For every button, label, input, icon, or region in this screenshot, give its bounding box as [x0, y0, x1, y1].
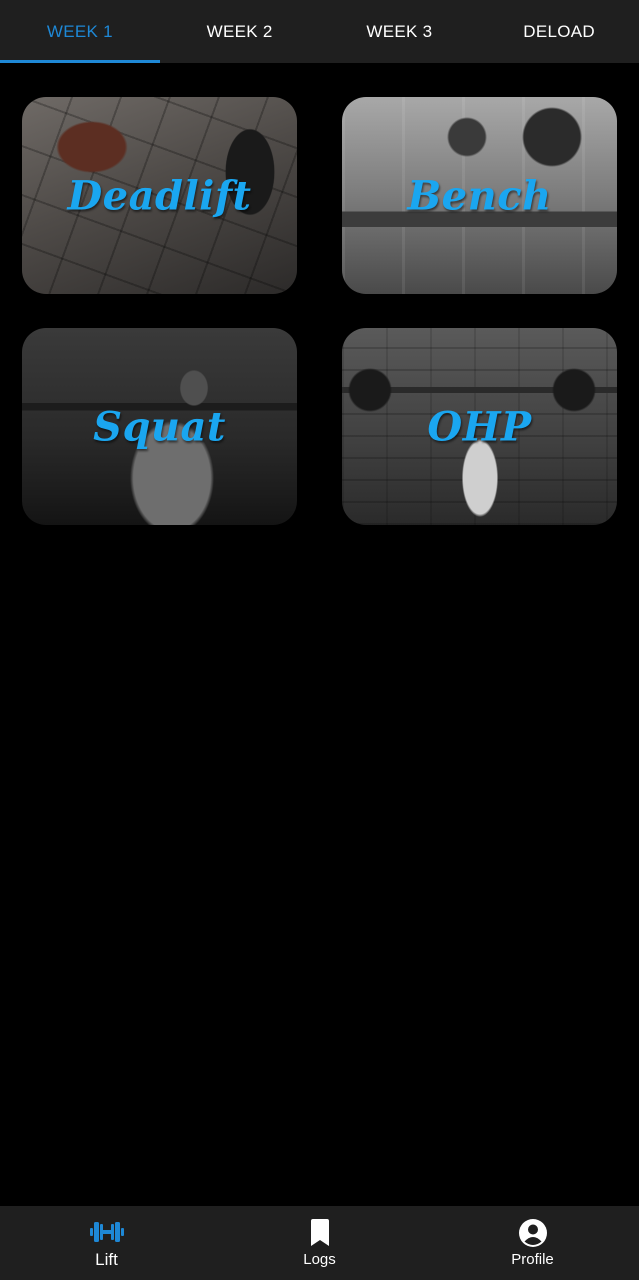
nav-item-label: Lift	[95, 1249, 118, 1269]
lift-card-label: Deadlift	[67, 172, 252, 219]
nav-item-label: Profile	[511, 1251, 554, 1268]
tab-deload[interactable]: DELOAD	[479, 0, 639, 63]
app-screen: WEEK 1 WEEK 2 WEEK 3 DELOAD Deadlift Ben…	[0, 0, 639, 1280]
lift-card-label: OHP	[427, 403, 532, 450]
bottom-navigation: Lift Logs Profile	[0, 1206, 639, 1280]
week-tab-bar: WEEK 1 WEEK 2 WEEK 3 DELOAD	[0, 0, 639, 63]
tab-week-2[interactable]: WEEK 2	[160, 0, 320, 63]
account-circle-icon	[518, 1219, 547, 1247]
lift-card-ohp[interactable]: OHP	[342, 328, 617, 525]
nav-item-profile[interactable]: Profile	[426, 1206, 639, 1280]
lift-card-bench[interactable]: Bench	[342, 97, 617, 294]
tab-week-1[interactable]: WEEK 1	[0, 0, 160, 63]
nav-item-lift[interactable]: Lift	[0, 1206, 213, 1280]
lift-card-deadlift[interactable]: Deadlift	[22, 97, 297, 294]
tab-week-3[interactable]: WEEK 3	[320, 0, 480, 63]
lift-card-label: Squat	[93, 403, 226, 450]
nav-item-label: Logs	[303, 1251, 336, 1268]
lift-card-squat[interactable]: Squat	[22, 328, 297, 525]
lift-card-label: Bench	[407, 172, 552, 219]
dumbbell-icon	[89, 1221, 124, 1242]
bookmark-icon	[310, 1219, 329, 1246]
nav-item-logs[interactable]: Logs	[213, 1206, 426, 1280]
